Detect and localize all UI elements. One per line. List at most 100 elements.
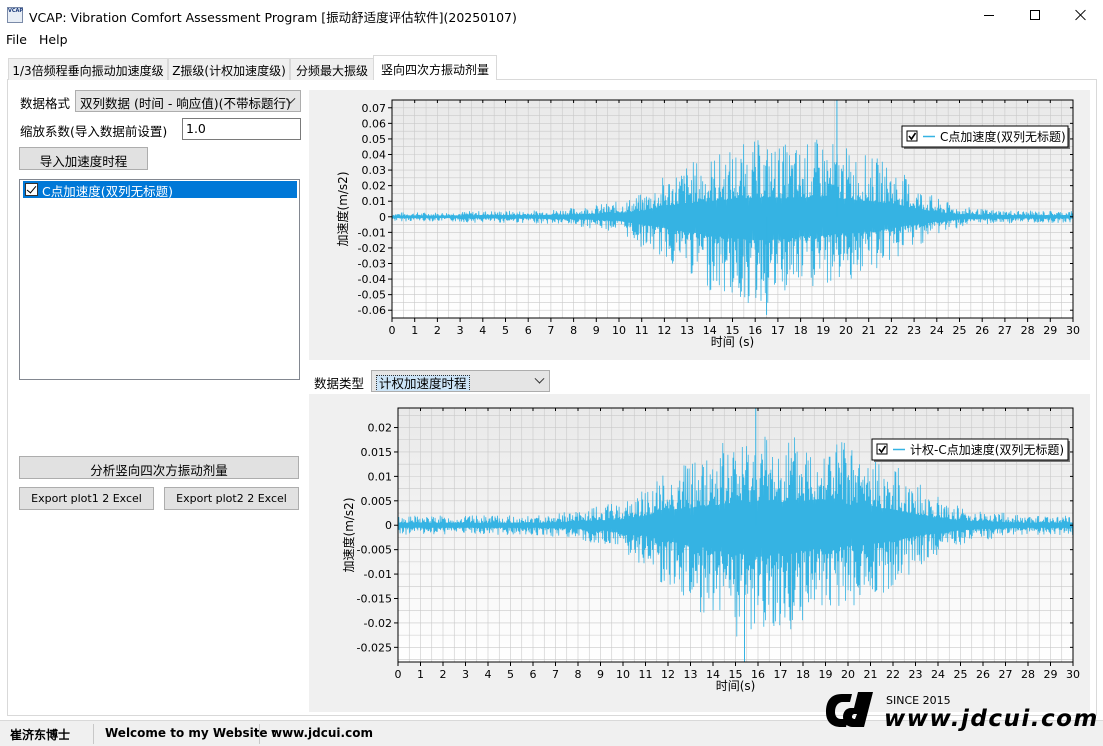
x-tick-label: 29	[1044, 668, 1058, 681]
x-tick-label: 4	[485, 668, 492, 681]
export-plot2-button[interactable]: Export plot2 2 Excel	[164, 487, 299, 510]
x-tick-label: 11	[639, 668, 653, 681]
menu-help[interactable]: Help	[39, 32, 68, 47]
legend-label: 计权-C点加速度(双列无标题)	[910, 442, 1064, 457]
watermark-url: www.jdcui.com	[884, 706, 1099, 732]
tab-max-vibration[interactable]: 分频最大振级	[290, 58, 374, 80]
x-tick-label: 13	[680, 324, 694, 337]
menu-bar: File Help	[0, 30, 1103, 50]
x-tick-label: 30	[1066, 324, 1080, 337]
x-tick-label: 12	[661, 668, 675, 681]
x-tick-label: 5	[502, 324, 509, 337]
x-tick-label: 5	[507, 668, 514, 681]
x-tick-label: 17	[771, 324, 785, 337]
export-plot1-button[interactable]: Export plot1 2 Excel	[19, 487, 154, 510]
x-tick-label: 24	[930, 324, 944, 337]
data-type-label: 数据类型	[314, 376, 365, 391]
x-tick-label: 30	[1066, 668, 1080, 681]
x-tick-label: 2	[434, 324, 441, 337]
x-tick-label: 25	[953, 324, 967, 337]
y-tick-label: 0.05	[362, 133, 387, 146]
status-url[interactable]: www.jdcui.com	[271, 726, 373, 740]
y-tick-label: 0	[385, 519, 392, 532]
x-tick-label: 3	[462, 668, 469, 681]
x-tick-label: 4	[479, 324, 486, 337]
x-tick-label: 19	[819, 668, 833, 681]
y-tick-label: 0.03	[362, 164, 387, 177]
plot2-chart[interactable]: 0 1 2 3 4 5 6 7 8 9 10 11 12 13 14 15 16 17 18 19 20 21 22 23 24…	[309, 394, 1090, 712]
jdcui-logo	[826, 692, 873, 727]
x-tick-label: 1	[411, 324, 418, 337]
x-tick-label: 27	[999, 668, 1013, 681]
minimize-icon	[984, 14, 994, 16]
close-icon	[1075, 9, 1087, 21]
y-tick-label: 0	[379, 211, 386, 224]
chevron-down-icon	[534, 373, 545, 384]
status-welcome: Welcome to my Website :	[105, 726, 277, 740]
y-tick-label: 0.005	[361, 495, 393, 508]
x-tick-label: 2	[440, 668, 447, 681]
x-tick-label: 24	[931, 668, 945, 681]
y-tick-label: 0.06	[362, 117, 387, 130]
x-tick-label: 8	[575, 668, 582, 681]
app-icon: VCAP	[7, 7, 23, 23]
x-tick-label: 7	[547, 324, 554, 337]
y-tick-label: -0.05	[358, 289, 386, 302]
x-tick-label: 0	[395, 668, 402, 681]
tab-octave-band[interactable]: 1/3倍频程垂向振动加速度级	[8, 58, 168, 80]
format-value: 双列数据 (时间 - 响应值)(不带标题行)	[80, 96, 291, 111]
x-tick-label: 7	[552, 668, 559, 681]
y-tick-label: -0.03	[358, 258, 386, 271]
window-title: VCAP: Vibration Comfort Assessment Progr…	[29, 10, 517, 25]
format-label: 数据格式	[20, 96, 71, 111]
scale-label: 缩放系数(导入数据前设置)	[20, 124, 168, 139]
maximize-button[interactable]	[1012, 0, 1058, 30]
x-axis-label: 时间 (s)	[711, 335, 754, 349]
data-list[interactable]: C点加速度(双列无标题)	[19, 179, 300, 380]
checkbox-checked-icon[interactable]	[25, 183, 38, 196]
y-tick-label: -0.04	[358, 273, 386, 286]
x-tick-label: 1	[417, 668, 424, 681]
x-tick-label: 20	[841, 668, 855, 681]
y-tick-label: 0.04	[362, 149, 387, 162]
x-tick-label: 13	[684, 668, 698, 681]
x-tick-label: 21	[862, 324, 876, 337]
import-button[interactable]: 导入加速度时程	[19, 147, 148, 170]
y-tick-label: -0.005	[357, 544, 392, 557]
x-tick-label: 18	[796, 668, 810, 681]
x-tick-label: 10	[616, 668, 630, 681]
y-tick-label: -0.01	[364, 568, 392, 581]
x-tick-label: 26	[975, 324, 989, 337]
analyze-vdv-button[interactable]: 分析竖向四次方振动剂量	[19, 456, 299, 479]
x-tick-label: 22	[884, 324, 898, 337]
list-item[interactable]: C点加速度(双列无标题)	[23, 181, 297, 199]
x-tick-label: 29	[1043, 324, 1057, 337]
y-tick-label: 0.07	[362, 102, 387, 115]
x-axis-label: 时间(s)	[716, 679, 756, 693]
x-tick-label: 22	[886, 668, 900, 681]
y-axis-label: 加速度(m/s2)	[335, 172, 350, 247]
plot1-chart[interactable]: 0 1 2 3 4 5 6 7 8 9 10 11 12 13 14 15 16 17 18 19 20 21 22 23 24…	[309, 90, 1090, 360]
plot2-area: 0 1 2 3 4 5 6 7 8 9 10 11 12 13 14 15 16 17 18 19 20 21 22 23 24…	[309, 394, 1090, 712]
format-select[interactable]: 双列数据 (时间 - 响应值)(不带标题行)	[75, 90, 301, 112]
x-tick-label: 8	[570, 324, 577, 337]
y-tick-label: -0.02	[358, 242, 386, 255]
x-tick-label: 26	[976, 668, 990, 681]
tab-vdv[interactable]: 竖向四次方振动剂量	[373, 55, 497, 80]
y-tick-label: 0.02	[368, 422, 393, 435]
scale-input[interactable]: 1.0	[182, 118, 301, 140]
x-tick-label: 17	[774, 668, 788, 681]
data-type-value: 计权加速度时程	[376, 375, 470, 391]
minimize-button[interactable]	[966, 0, 1012, 30]
tab-content: 数据格式 双列数据 (时间 - 响应值)(不带标题行) 缩放系数(导入数据前设置…	[7, 80, 1097, 716]
y-tick-label: -0.06	[358, 304, 386, 317]
legend-label: C点加速度(双列无标题)	[940, 129, 1066, 144]
tab-z-vibration[interactable]: Z振级(计权加速度级)	[168, 58, 290, 80]
plot1-area: 0 1 2 3 4 5 6 7 8 9 10 11 12 13 14 15 16 17 18 19 20 21 22 23 24…	[309, 90, 1090, 360]
data-type-select[interactable]: 计权加速度时程	[371, 370, 550, 392]
x-tick-label: 0	[389, 324, 396, 337]
y-tick-label: 0.01	[368, 470, 393, 483]
menu-file[interactable]: File	[6, 32, 27, 47]
x-tick-label: 10	[612, 324, 626, 337]
close-button[interactable]	[1058, 0, 1103, 30]
